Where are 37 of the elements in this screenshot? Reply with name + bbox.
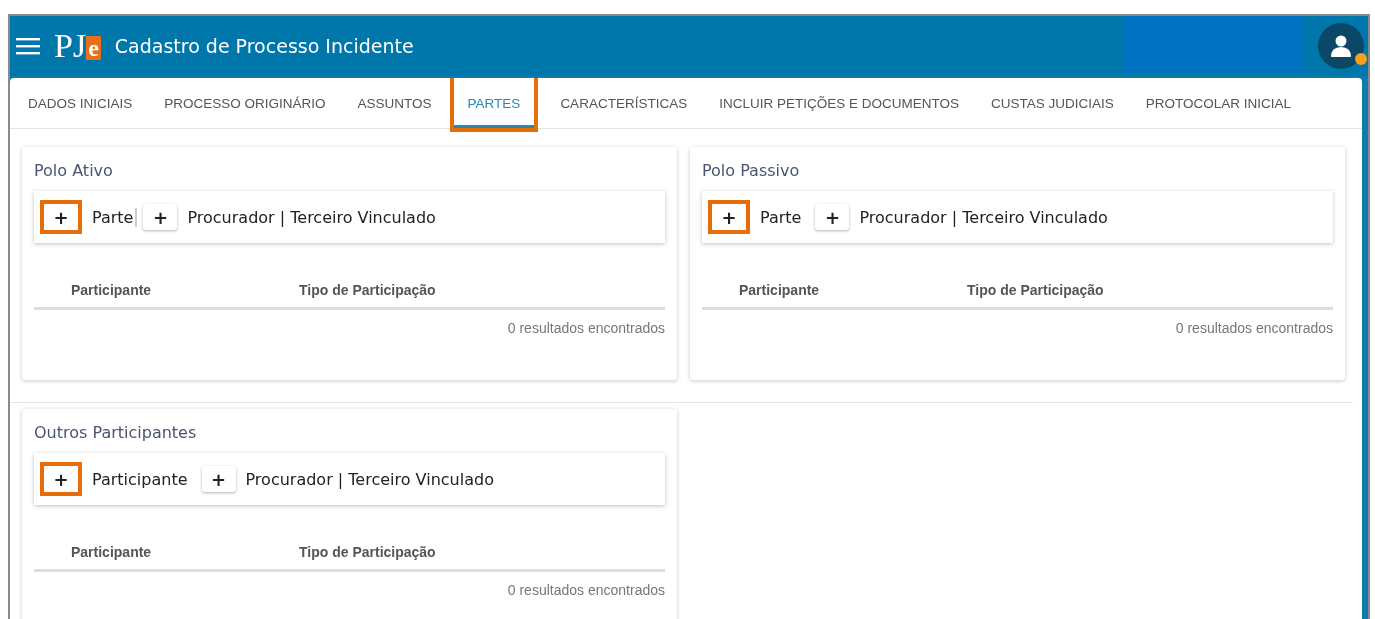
user-avatar[interactable] xyxy=(1318,23,1364,69)
add-button[interactable]: + xyxy=(143,204,178,230)
person-icon xyxy=(1331,35,1351,57)
tab[interactable]: DADOS INICIAIS xyxy=(22,78,139,128)
results-count: 0 resultados encontrados xyxy=(506,319,665,336)
panel-title: Outros Participantes xyxy=(34,423,198,442)
column-header: Tipo de Participação xyxy=(967,282,1104,298)
add-button[interactable]: + xyxy=(40,200,82,234)
add-button[interactable]: + xyxy=(40,462,82,496)
action-label: Parte xyxy=(760,207,802,227)
notification-dot xyxy=(1355,53,1367,65)
logo: PJe xyxy=(54,28,101,64)
results-count: 0 resultados encontrados xyxy=(506,581,665,598)
column-header: Participante xyxy=(739,282,821,298)
action-label: Procurador | Terceiro Vinculado xyxy=(859,207,1108,227)
action-label: Procurador | Terceiro Vinculado xyxy=(245,469,494,489)
column-header: Tipo de Participação xyxy=(299,544,436,560)
panel-title: Polo Ativo xyxy=(34,161,114,180)
add-button[interactable]: + xyxy=(708,200,750,234)
page-title: Cadastro de Processo Incidente xyxy=(114,35,414,57)
action-label: Participante xyxy=(92,469,188,489)
add-button[interactable]: + xyxy=(815,204,850,230)
tab[interactable]: CARACTERÍSTICAS xyxy=(554,78,694,128)
add-button[interactable]: + xyxy=(201,466,236,492)
action-label: Parte xyxy=(92,207,138,227)
panel-title: Polo Passivo xyxy=(702,161,801,180)
action-label: Procurador | Terceiro Vinculado xyxy=(187,207,436,227)
tab[interactable]: CUSTAS JUDICIAIS xyxy=(984,78,1120,128)
results-count: 0 resultados encontrados xyxy=(1174,319,1333,336)
menu-icon[interactable] xyxy=(16,37,40,55)
tab[interactable]: INCLUIR PETIÇÕES E DOCUMENTOS xyxy=(713,78,965,128)
column-header: Participante xyxy=(71,544,153,560)
tab[interactable]: PROCESSO ORIGINÁRIO xyxy=(158,78,332,128)
tab[interactable]: ASSUNTOS xyxy=(351,78,438,128)
column-header: Participante xyxy=(71,282,153,298)
tab[interactable]: PROTOCOLAR INICIAL xyxy=(1139,78,1297,128)
column-header: Tipo de Participação xyxy=(299,282,436,298)
